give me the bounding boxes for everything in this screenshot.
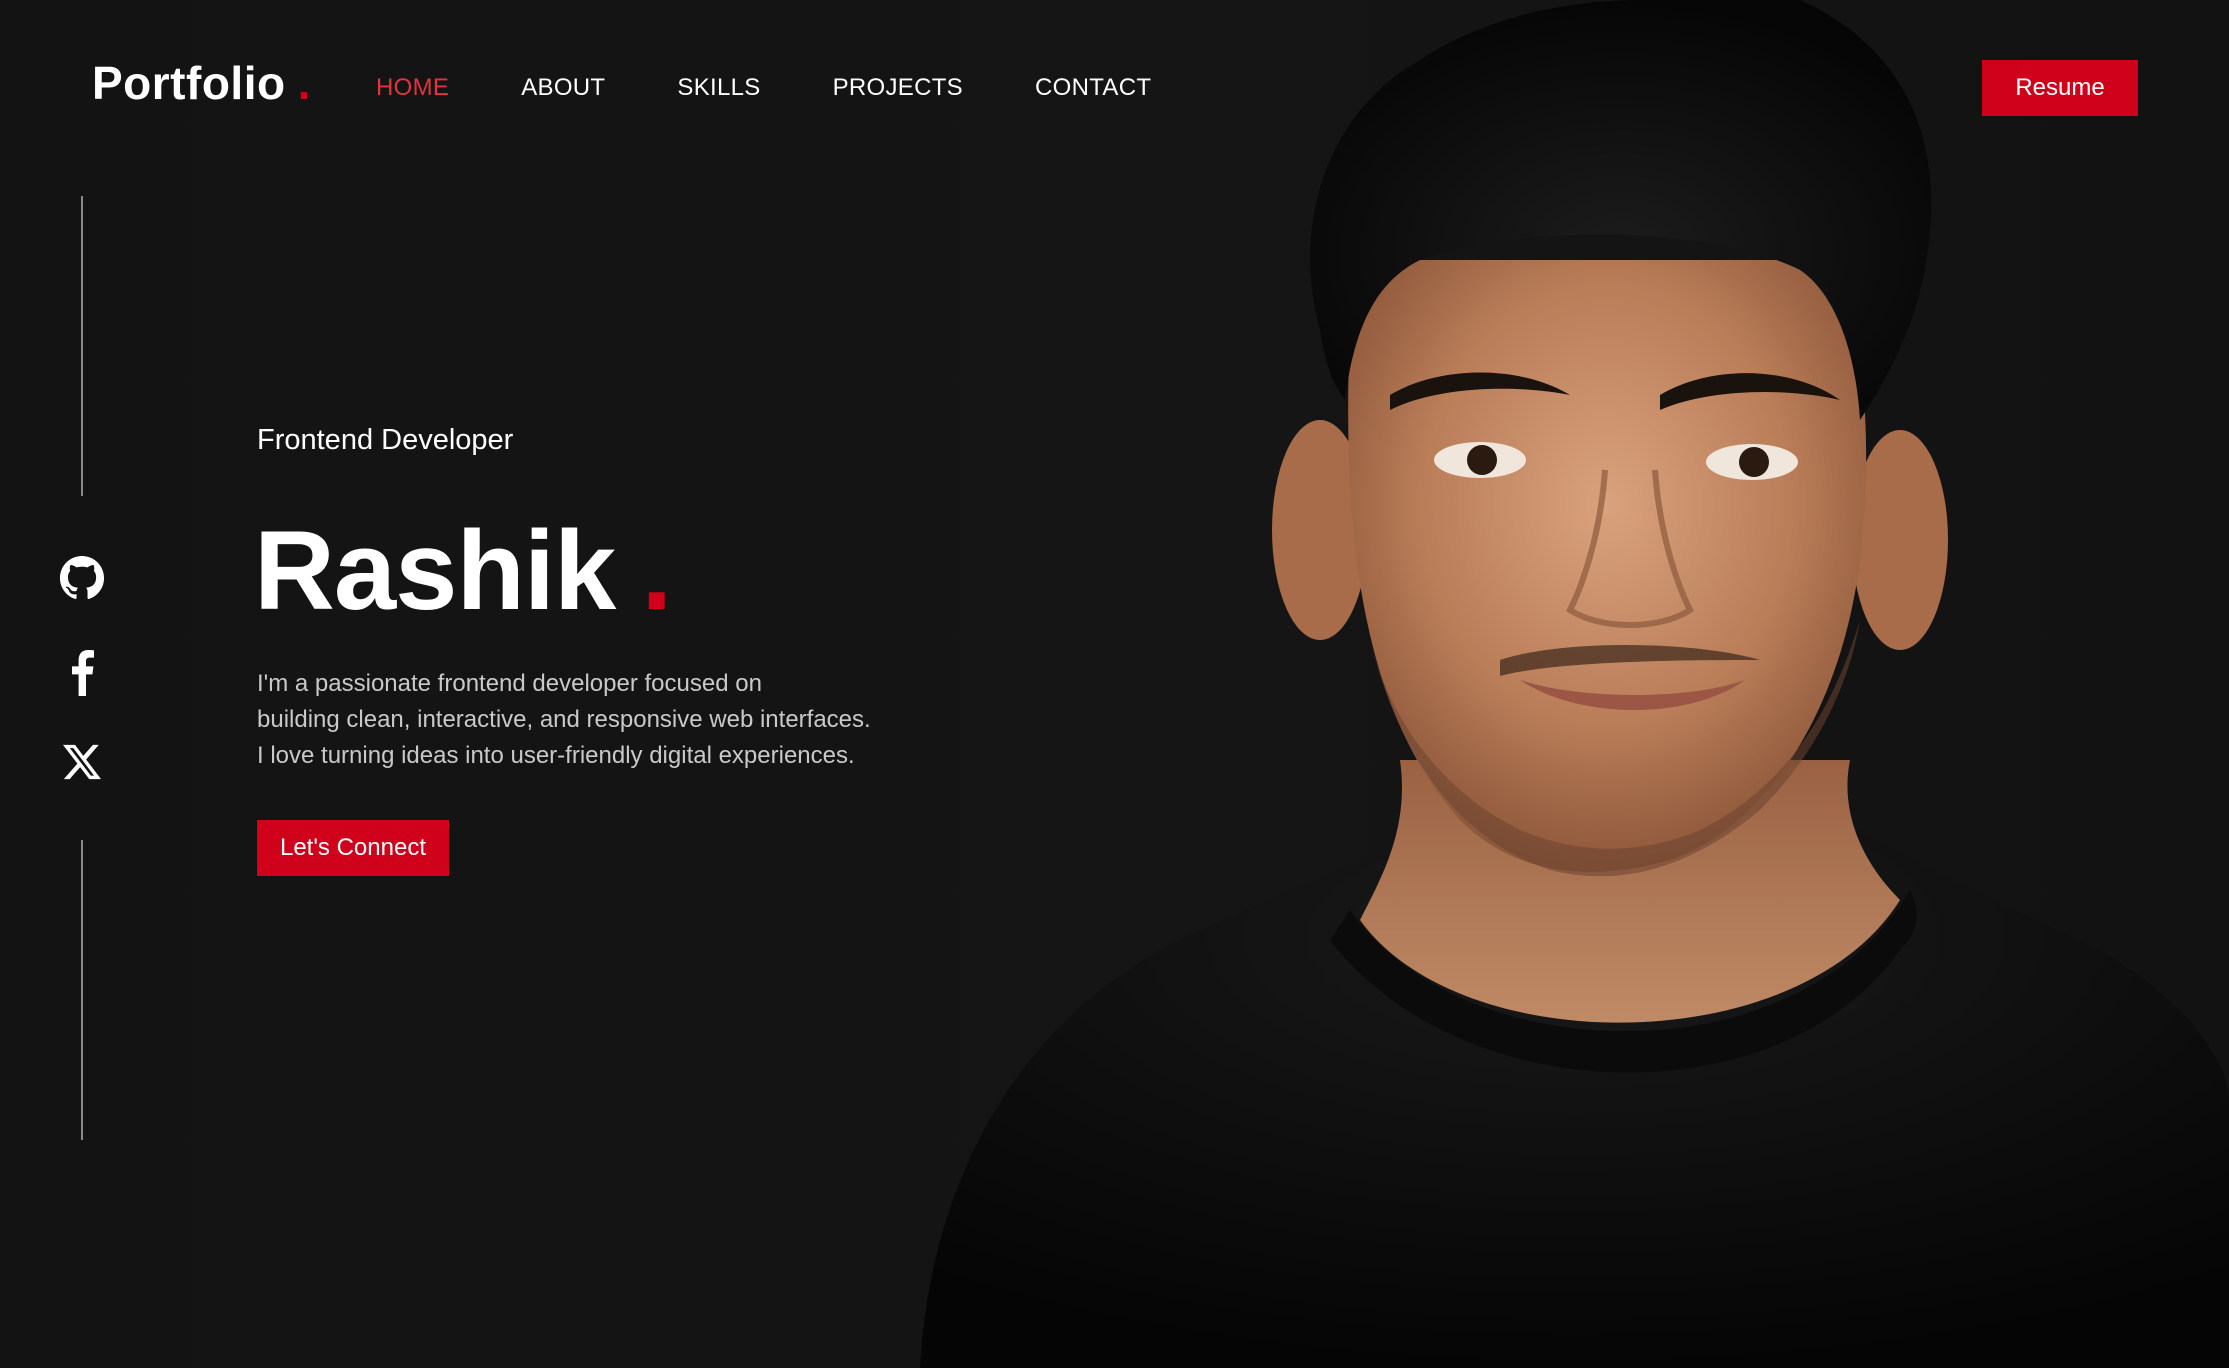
hero-role: Frontend Developer [257,424,514,456]
hero-name-text: Rashik [254,508,616,633]
hero-bio-line: building clean, interactive, and respons… [257,706,871,733]
x-link[interactable] [56,736,108,788]
brand-logo[interactable]: Portfolio. [92,56,311,110]
x-icon [63,744,101,780]
github-link[interactable] [56,552,108,604]
page: Portfolio. HOME ABOUT SKILLS PROJECTS CO… [0,0,2229,1368]
social-rail-divider-bottom [81,840,83,1140]
hero-bio: I'm a passionate frontend developer focu… [257,666,937,774]
brand-name: Portfolio [92,57,286,109]
hero-bio-line: I'm a passionate frontend developer focu… [257,670,762,697]
main-nav: HOME ABOUT SKILLS PROJECTS CONTACT [376,74,1223,102]
github-icon [59,555,105,600]
facebook-link[interactable] [56,646,108,698]
profile-photo [900,0,2229,1368]
resume-button[interactable]: Resume [1982,60,2138,116]
nav-item-about[interactable]: ABOUT [521,74,605,102]
social-rail-divider-top [81,196,83,496]
nav-item-home[interactable]: HOME [376,74,449,102]
connect-button[interactable]: Let's Connect [257,820,449,876]
hero-name-dot: . [641,508,672,633]
facebook-icon [72,650,94,696]
nav-item-projects[interactable]: PROJECTS [833,74,963,102]
hero-bio-line: I love turning ideas into user-friendly … [257,742,855,769]
nav-item-contact[interactable]: CONTACT [1035,74,1151,102]
brand-dot: . [297,57,311,109]
hero-name: Rashik. [254,506,672,635]
nav-item-skills[interactable]: SKILLS [677,74,760,102]
